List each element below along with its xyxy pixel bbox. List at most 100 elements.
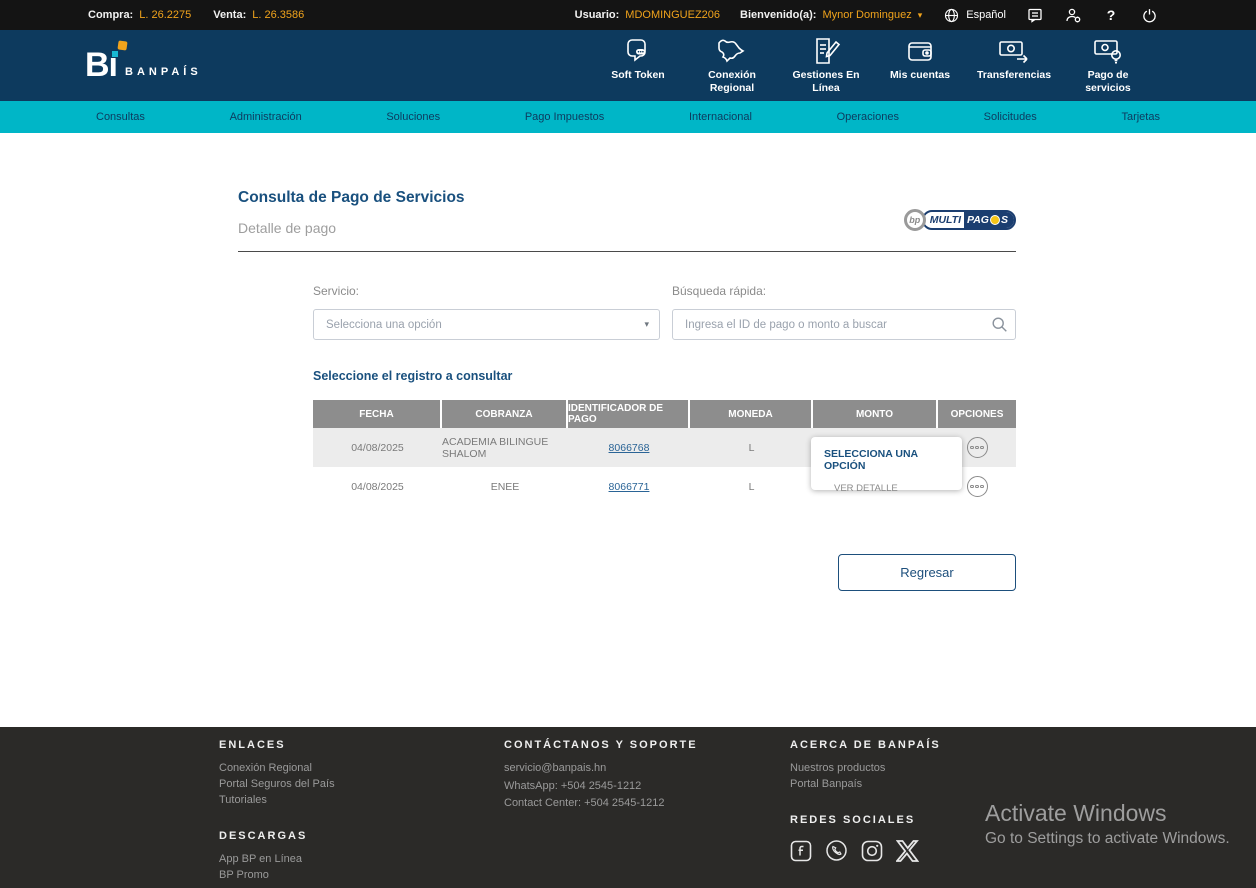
messages-icon[interactable]	[1026, 6, 1044, 24]
footer-contact-column: CONTÁCTANOS Y SOPORTE servicio@banpais.h…	[504, 739, 698, 813]
descargas-heading: DESCARGAS	[219, 830, 308, 842]
welcome-user-dropdown[interactable]: Bienvenido(a): Mynor Dominguez ▾	[740, 9, 922, 21]
user-session-bar: Usuario: MDOMINGUEZ206 Bienvenido(a): My…	[575, 6, 1158, 24]
venta-label: Venta:	[213, 9, 247, 21]
nav-item-label: Pago de servicios	[1085, 68, 1131, 94]
multipagos-pagos-text: PAG S	[964, 212, 1014, 228]
social-icons-row	[790, 839, 941, 862]
nav-item-label: Transferencias	[976, 68, 1052, 81]
x-twitter-icon[interactable]	[896, 839, 919, 862]
globe-icon	[942, 6, 960, 24]
banpais-online-banking-page: Compra: L. 26.2275 Venta: L. 26.3586 Usu…	[0, 0, 1256, 888]
nav-item-mis-cuentas[interactable]: Mis cuentas	[884, 37, 956, 82]
redes-heading: REDES SOCIALES	[790, 814, 916, 826]
main-navbar: Bı BANPAÍS Soft Token Conexión Regional …	[0, 30, 1256, 101]
chevron-down-icon: ▾	[644, 319, 649, 329]
logo-orange-square	[117, 40, 128, 51]
payment-id-link[interactable]: 8066771	[609, 481, 650, 493]
dot-icon	[980, 445, 984, 450]
regresar-button[interactable]: Regresar	[838, 554, 1016, 591]
column-header-monto: MONTO	[813, 400, 938, 428]
compra-rate: Compra: L. 26.2275	[88, 9, 191, 21]
footer-link-tutoriales[interactable]: Tutoriales	[219, 792, 335, 808]
usuario-value: MDOMINGUEZ206	[625, 9, 721, 21]
nav-item-label: Gestiones En Línea	[792, 68, 860, 94]
nav-item-gestiones[interactable]: Gestiones En Línea	[790, 37, 862, 94]
menu-item-consultas[interactable]: Consultas	[96, 111, 145, 123]
cell-cobranza: ENEE	[490, 480, 520, 493]
logo-cyan-dot	[112, 51, 118, 58]
multipagos-coin-icon	[989, 215, 1000, 225]
cell-moneda: L	[748, 441, 755, 454]
bill-payment-bulb-icon	[1092, 37, 1124, 65]
column-header-fecha: FECHA	[313, 400, 442, 428]
compra-value: L. 26.2275	[139, 9, 192, 21]
multipagos-logo: bp MULTI PAG S	[903, 209, 1016, 231]
instagram-icon[interactable]	[861, 840, 883, 862]
contact-center: Contact Center: +504 2545-1212	[504, 797, 665, 809]
footer-link-app-bp[interactable]: App BP en Línea	[219, 851, 335, 867]
servicio-select[interactable]: Selecciona una opción ▾	[313, 309, 660, 340]
menu-item-pago-impuestos[interactable]: Pago Impuestos	[525, 111, 605, 123]
column-header-identificador: IDENTIFICADOR DE PAGO	[568, 400, 690, 428]
document-pencil-icon	[811, 37, 841, 65]
footer-link-bp-promo[interactable]: BP Promo	[219, 867, 335, 883]
usuario-label: Usuario:	[574, 9, 620, 21]
main-menu-bar: Consultas Administración Soluciones Pago…	[0, 101, 1256, 133]
logout-power-icon[interactable]	[1140, 6, 1158, 24]
bienvenido-value: Mynor Dominguez	[822, 9, 912, 21]
footer-link-portal-seguros[interactable]: Portal Seguros del País	[219, 776, 335, 792]
busqueda-label: Búsqueda rápida:	[672, 284, 767, 298]
venta-rate: Venta: L. 26.3586	[213, 9, 304, 21]
cell-cobranza: ACADEMIA BILINGUE SHALOM	[442, 435, 549, 460]
row-options-button[interactable]	[966, 476, 988, 497]
footer-link-nuestros-productos[interactable]: Nuestros productos	[790, 760, 941, 776]
nav-item-conexion-regional[interactable]: Conexión Regional	[696, 37, 768, 94]
nav-item-pago-servicios[interactable]: Pago de servicios	[1072, 37, 1144, 94]
banpais-logo[interactable]: Bı BANPAÍS	[85, 40, 202, 82]
popup-option-ver-detalle[interactable]: VER DETALLE	[834, 483, 962, 494]
redes-sociales-block: REDES SOCIALES	[790, 814, 941, 862]
soft-token-icon	[623, 37, 653, 65]
whatsapp-icon[interactable]	[825, 839, 848, 862]
footer-links-column: ENLACES Conexión Regional Portal Seguros…	[219, 739, 335, 883]
search-box	[672, 309, 1016, 340]
language-label: Español	[966, 9, 1006, 21]
menu-item-solicitudes[interactable]: Solicitudes	[984, 111, 1037, 123]
records-section-title: Seleccione el registro a consultar	[313, 369, 513, 383]
payment-id-link[interactable]: 8066768	[609, 442, 650, 454]
popup-title: SELECCIONA UNA OPCIÓN	[824, 448, 918, 472]
windows-activation-watermark: Activate Windows Go to Settings to activ…	[985, 800, 1230, 848]
menu-item-operaciones[interactable]: Operaciones	[837, 111, 899, 123]
bienvenido-label: Bienvenido(a):	[740, 9, 817, 21]
search-icon[interactable]	[991, 316, 1008, 338]
contact-email[interactable]: servicio@banpais.hn	[504, 760, 698, 778]
logo-bi-text: Bı	[85, 40, 128, 82]
servicio-select-value: Selecciona una opción	[326, 318, 442, 331]
nav-item-soft-token[interactable]: Soft Token	[602, 37, 674, 82]
servicio-label: Servicio:	[313, 284, 360, 298]
menu-item-tarjetas[interactable]: Tarjetas	[1121, 111, 1160, 123]
page-header: Consulta de Pago de Servicios Detalle de…	[238, 189, 1016, 252]
main-content: Consulta de Pago de Servicios Detalle de…	[0, 133, 1256, 727]
menu-item-administracion[interactable]: Administración	[230, 111, 302, 123]
footer-link-conexion-regional[interactable]: Conexión Regional	[219, 760, 335, 776]
footer-link-portal-banpais[interactable]: Portal Banpaís	[790, 776, 941, 792]
money-transfer-icon	[997, 37, 1031, 65]
dot-icon	[980, 484, 984, 489]
options-popup-menu: SELECCIONA UNA OPCIÓN VER DETALLE	[811, 437, 962, 494]
menu-item-internacional[interactable]: Internacional	[689, 111, 752, 123]
user-settings-icon[interactable]	[1064, 6, 1082, 24]
multipagos-wordmark: MULTI PAG S	[921, 210, 1016, 230]
nav-item-transferencias[interactable]: Transferencias	[976, 37, 1052, 82]
menu-item-soluciones[interactable]: Soluciones	[386, 111, 440, 123]
venta-value: L. 26.3586	[252, 9, 305, 21]
nav-item-label: Soft Token	[611, 68, 665, 81]
help-icon[interactable]: ?	[1102, 6, 1120, 24]
busqueda-field: Búsqueda rápida:	[672, 284, 1016, 340]
search-input[interactable]	[672, 309, 1016, 340]
facebook-icon[interactable]	[790, 840, 812, 862]
row-options-button[interactable]	[966, 437, 988, 458]
cell-fecha: 04/08/2025	[351, 441, 404, 454]
language-selector[interactable]: Español	[942, 6, 1006, 24]
